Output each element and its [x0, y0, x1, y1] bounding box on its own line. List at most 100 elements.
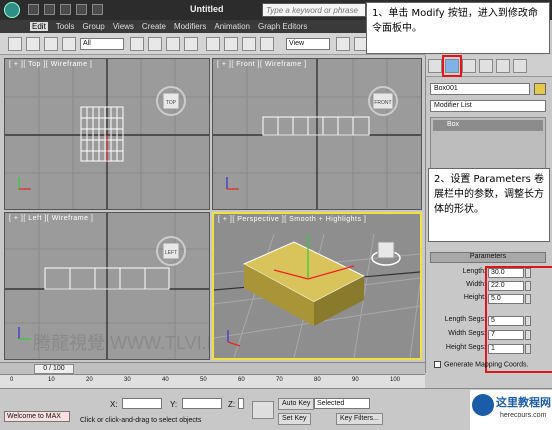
stack-item-box[interactable]: Box: [433, 120, 543, 131]
menu-animation[interactable]: Animation: [214, 22, 250, 31]
app-logo-icon[interactable]: [4, 2, 20, 18]
rectangular-selection-icon[interactable]: [166, 37, 180, 51]
viewport-left-canvas: LEFT 腾龍視覺 WWW.TLVI.NET: [5, 213, 210, 359]
command-panel-tabs: [426, 55, 552, 77]
viewcube-front-label: FRONT: [374, 100, 391, 106]
generate-mapping-label: Generate Mapping Coords.: [444, 361, 529, 369]
open-icon[interactable]: [44, 4, 55, 15]
callout-step-2: 2、设置 Parameters 卷展栏中的参数，调整长方体的形状。: [428, 168, 550, 242]
viewport-front[interactable]: [ + ][ Front ][ Wireframe ] FRONT: [212, 58, 422, 210]
menu-group[interactable]: Group: [82, 22, 104, 31]
tick-10: 10: [48, 377, 55, 383]
tick-40: 40: [162, 377, 169, 383]
reference-coordinate-dropdown[interactable]: View: [286, 38, 330, 50]
menu-create[interactable]: Create: [142, 22, 166, 31]
tick-20: 20: [86, 377, 93, 383]
select-rotate-icon[interactable]: [224, 37, 238, 51]
box-wireframe-top: [80, 106, 124, 162]
menu-graph-editors[interactable]: Graph Editors: [258, 22, 307, 31]
z-coord-field[interactable]: [238, 398, 244, 409]
watermark-tlvi: 腾龍視覺 WWW.TLVI.NET: [33, 333, 210, 353]
modifier-list-dropdown[interactable]: Modifier List: [430, 100, 546, 112]
save-icon[interactable]: [60, 4, 71, 15]
tick-60: 60: [238, 377, 245, 383]
display-tab-icon[interactable]: [496, 59, 510, 73]
undo-icon[interactable]: [76, 4, 87, 15]
tick-100: 100: [390, 377, 401, 383]
viewport-top-canvas: TOP: [5, 59, 209, 209]
viewport-top-label: [ + ][ Top ][ Wireframe ]: [9, 61, 93, 68]
checkbox-icon: [434, 361, 441, 368]
window-title: Untitled: [190, 4, 224, 14]
tick-90: 90: [352, 377, 359, 383]
viewport-left-label: [ + ][ Left ][ Wireframe ]: [9, 215, 94, 222]
callout-step-1: 1、单击 Modify 按钮，进入到修改命令面板中。: [366, 2, 550, 54]
pivot-center-icon[interactable]: [336, 37, 350, 51]
select-scale-icon[interactable]: [242, 37, 256, 51]
select-move-icon[interactable]: [206, 37, 220, 51]
link-icon[interactable]: [26, 37, 40, 51]
site-url: herecours.com: [500, 412, 547, 419]
viewport-left[interactable]: [ + ][ Left ][ Wireframe ] LEFT 腾龍視覺 WWW…: [4, 212, 210, 360]
object-name-field[interactable]: Box001: [430, 83, 530, 95]
menu-tools[interactable]: Tools: [56, 22, 75, 31]
viewport-perspective[interactable]: [ + ][ Perspective ][ Smooth + Highlight…: [212, 212, 422, 360]
menu-views[interactable]: Views: [113, 22, 134, 31]
new-icon[interactable]: [28, 4, 39, 15]
select-by-name-icon[interactable]: [148, 37, 162, 51]
set-key-button[interactable]: Set Key: [278, 413, 311, 425]
tick-0: 0: [10, 377, 14, 383]
tick-50: 50: [200, 377, 207, 383]
x-label: X:: [110, 400, 118, 409]
y-label: Y:: [170, 400, 178, 409]
param-length-label: Length:: [462, 268, 486, 275]
viewport-perspective-canvas: [214, 214, 420, 358]
menu-modifiers[interactable]: Modifiers: [174, 22, 206, 31]
y-coord-field[interactable]: [182, 398, 222, 409]
tick-30: 30: [124, 377, 131, 383]
main-toolbar: All View: [0, 33, 425, 55]
generate-mapping-checkbox[interactable]: Generate Mapping Coords.: [434, 361, 550, 368]
bind-space-warp-icon[interactable]: [62, 37, 76, 51]
param-height-label: Height:: [463, 294, 486, 301]
menu-bar: Edit Tools Group Views Create Modifiers …: [0, 20, 370, 33]
status-prompt: Click or click-and-drag to select object…: [80, 417, 202, 424]
select-object-icon[interactable]: [130, 37, 144, 51]
key-filters-button[interactable]: Key Filters...: [336, 413, 383, 425]
viewcube-left-label: LEFT: [165, 250, 177, 256]
search-input[interactable]: Type a keyword or phrase: [262, 3, 366, 17]
create-tab-icon[interactable]: [428, 59, 442, 73]
maxscript-listener[interactable]: Welcome to MAX: [4, 411, 70, 422]
site-watermark: 这里教程网 herecours.com: [470, 390, 552, 430]
param-width-segs-label: Width Segs:: [448, 330, 486, 337]
window-crossing-icon[interactable]: [184, 37, 198, 51]
redo-icon[interactable]: [92, 4, 103, 15]
param-length-segs-label: Length Segs:: [444, 316, 486, 323]
select-scale-icon-2[interactable]: [260, 37, 274, 51]
unlink-icon[interactable]: [44, 37, 58, 51]
motion-tab-icon[interactable]: [479, 59, 493, 73]
utilities-tab-icon[interactable]: [513, 59, 527, 73]
modify-highlight-box: [442, 55, 462, 77]
selection-filter-dropdown[interactable]: All: [80, 38, 124, 50]
tick-80: 80: [314, 377, 321, 383]
time-slider-thumb[interactable]: 0 / 100: [34, 364, 74, 374]
menu-edit[interactable]: Edit: [30, 22, 48, 31]
key-icon[interactable]: [252, 401, 274, 419]
parameters-highlight-box: [485, 266, 552, 373]
z-label: Z:: [228, 400, 236, 409]
time-slider[interactable]: 0 / 100: [0, 362, 425, 374]
hierarchy-tab-icon[interactable]: [462, 59, 476, 73]
undo-tool-icon[interactable]: [8, 37, 22, 51]
viewport-perspective-label: [ + ][ Perspective ][ Smooth + Highlight…: [218, 216, 367, 223]
x-coord-field[interactable]: [122, 398, 162, 409]
key-mode-dropdown[interactable]: Selected: [314, 398, 370, 409]
viewport-top[interactable]: [ + ][ Top ][ Wireframe ] TOP: [4, 58, 210, 210]
auto-key-button[interactable]: Auto Key: [278, 398, 315, 410]
site-logo-icon: [472, 394, 494, 416]
object-color-swatch[interactable]: [534, 83, 546, 95]
track-bar[interactable]: 0 10 20 30 40 50 60 70 80 90 100: [0, 374, 425, 388]
parameters-rollout-header[interactable]: Parameters: [430, 252, 546, 263]
tick-70: 70: [276, 377, 283, 383]
site-brand: 这里教程网: [496, 397, 551, 409]
